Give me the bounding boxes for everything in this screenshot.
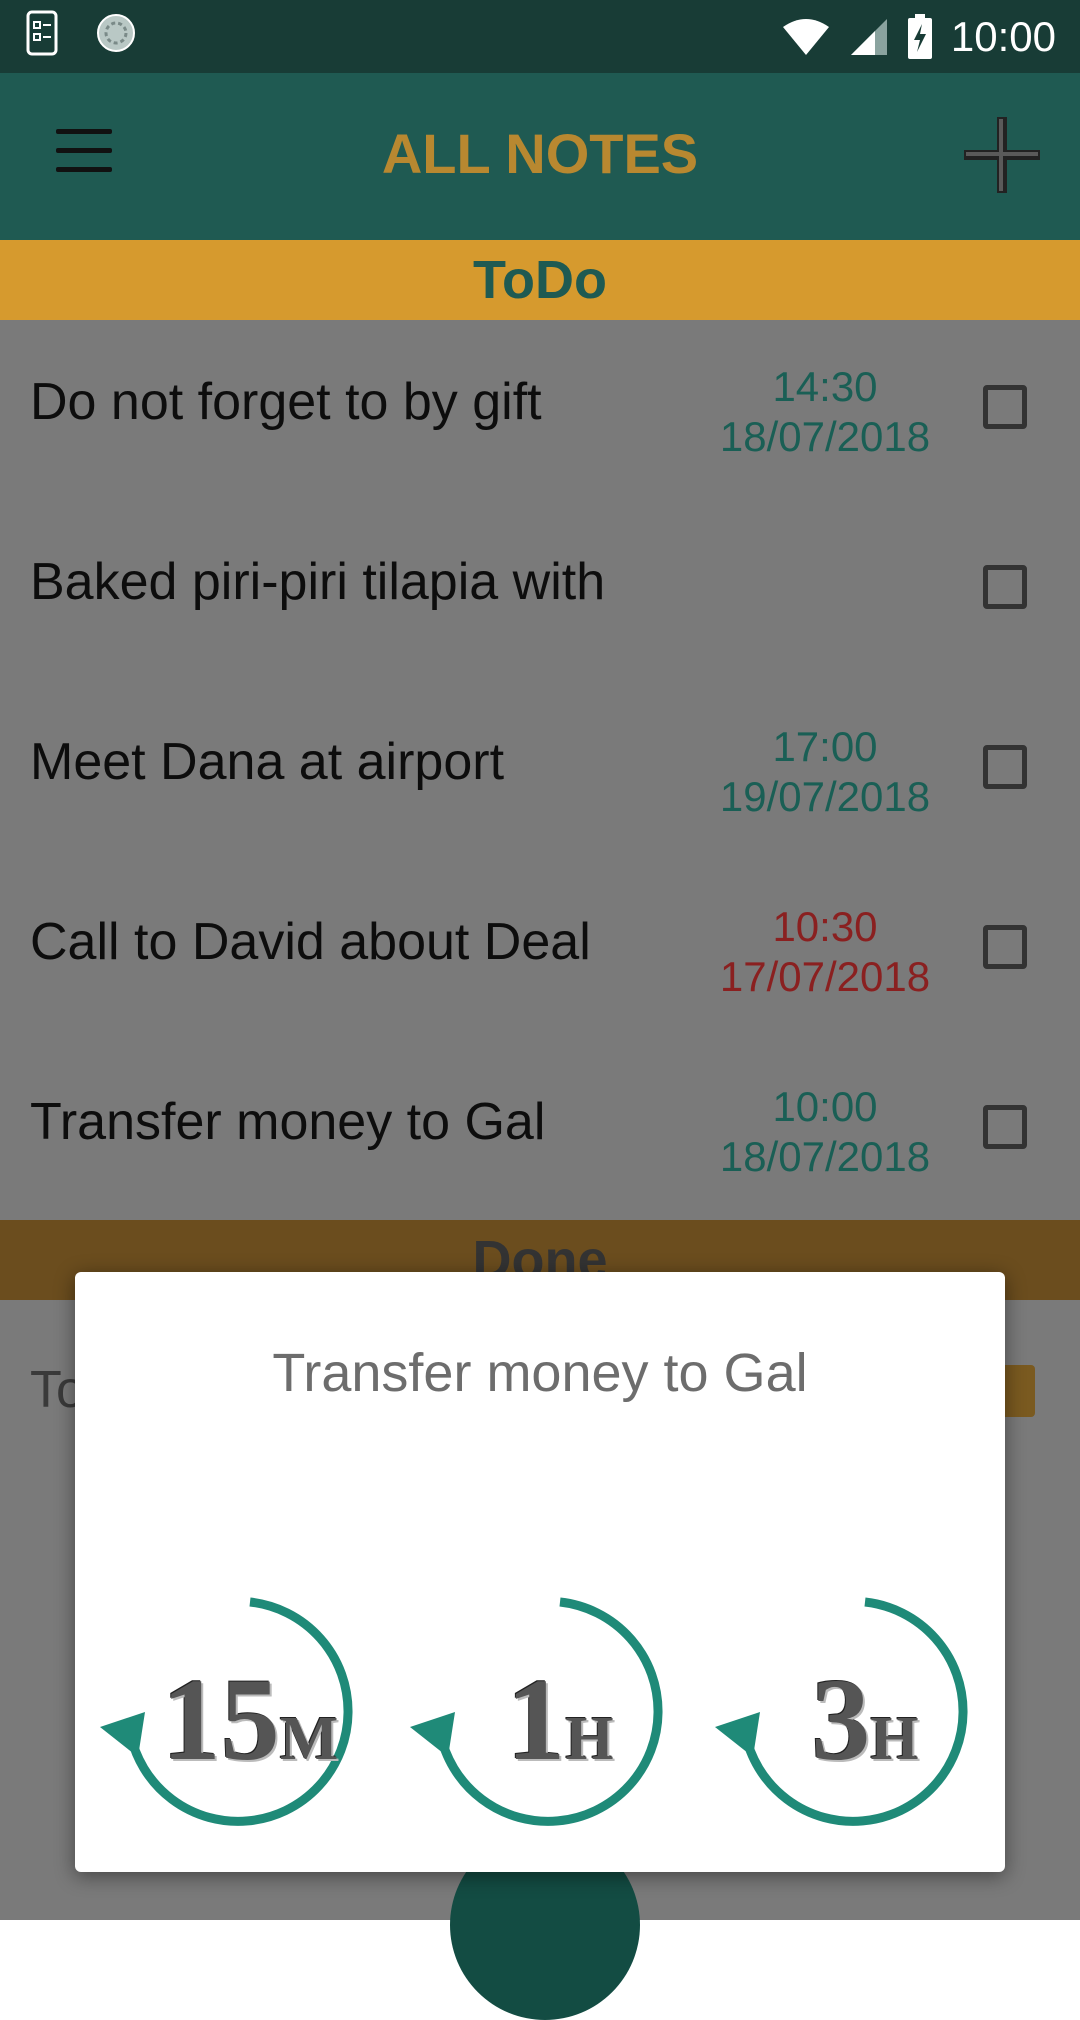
cell-signal-icon xyxy=(850,19,887,55)
snooze-dialog: Transfer money to Gal 15M 1H 3H xyxy=(75,1272,1005,1872)
battery-charging-icon xyxy=(907,14,932,59)
list-item[interactable]: Call to David about Deal 10:30 17/07/2018 xyxy=(0,860,1080,1040)
sync-notification-icon xyxy=(97,14,135,52)
note-title: Do not forget to by gift xyxy=(30,373,542,431)
list-item[interactable]: Transfer money to Gal 10:00 18/07/2018 xyxy=(0,1040,1080,1220)
note-title: Transfer money to Gal xyxy=(30,1093,546,1151)
note-checkbox[interactable] xyxy=(983,925,1027,969)
note-title: Baked piri-piri tilapia with xyxy=(30,553,606,611)
list-item[interactable]: Meet Dana at airport 17:00 19/07/2018 xyxy=(0,680,1080,860)
note-datetime: 10:00 18/07/2018 xyxy=(719,1083,931,1180)
snooze-1-hour-button[interactable]: 1H xyxy=(400,1592,700,1842)
snooze-15-minutes-button[interactable]: 15M xyxy=(90,1592,390,1842)
note-checkbox[interactable] xyxy=(983,565,1027,609)
status-time: 10:00 xyxy=(950,13,1056,60)
note-title: Meet Dana at airport xyxy=(30,733,505,791)
note-checkbox[interactable] xyxy=(983,385,1027,429)
todo-list: Do not forget to by gift 14:30 18/07/2018… xyxy=(0,320,1080,1220)
app-bar: ALL NOTES xyxy=(0,73,1080,240)
dialog-title: Transfer money to Gal xyxy=(272,1343,808,1403)
status-bar: 10:00 xyxy=(0,0,1080,73)
wifi-icon xyxy=(782,19,829,55)
note-datetime-overdue: 10:30 17/07/2018 xyxy=(719,903,931,1000)
snooze-label: 15M xyxy=(161,1654,339,1785)
page-title: ALL NOTES xyxy=(381,122,699,185)
note-title: Call to David about Deal xyxy=(30,913,591,971)
note-checkbox[interactable] xyxy=(983,745,1027,789)
snooze-label: 3H xyxy=(811,1654,919,1785)
snooze-3-hours-button[interactable]: 3H xyxy=(705,1592,1005,1842)
note-checkbox[interactable] xyxy=(983,1105,1027,1149)
add-note-plus-icon[interactable] xyxy=(962,115,1042,195)
note-datetime: 14:30 18/07/2018 xyxy=(719,363,931,460)
snooze-label: 1H xyxy=(506,1654,614,1785)
list-item[interactable]: Do not forget to by gift 14:30 18/07/2018 xyxy=(0,320,1080,500)
note-datetime: 17:00 19/07/2018 xyxy=(719,723,931,820)
todo-section-header: ToDo xyxy=(0,240,1080,320)
notes-app-notification-icon xyxy=(26,10,58,56)
list-item[interactable]: Baked piri-piri tilapia with xyxy=(0,500,1080,680)
